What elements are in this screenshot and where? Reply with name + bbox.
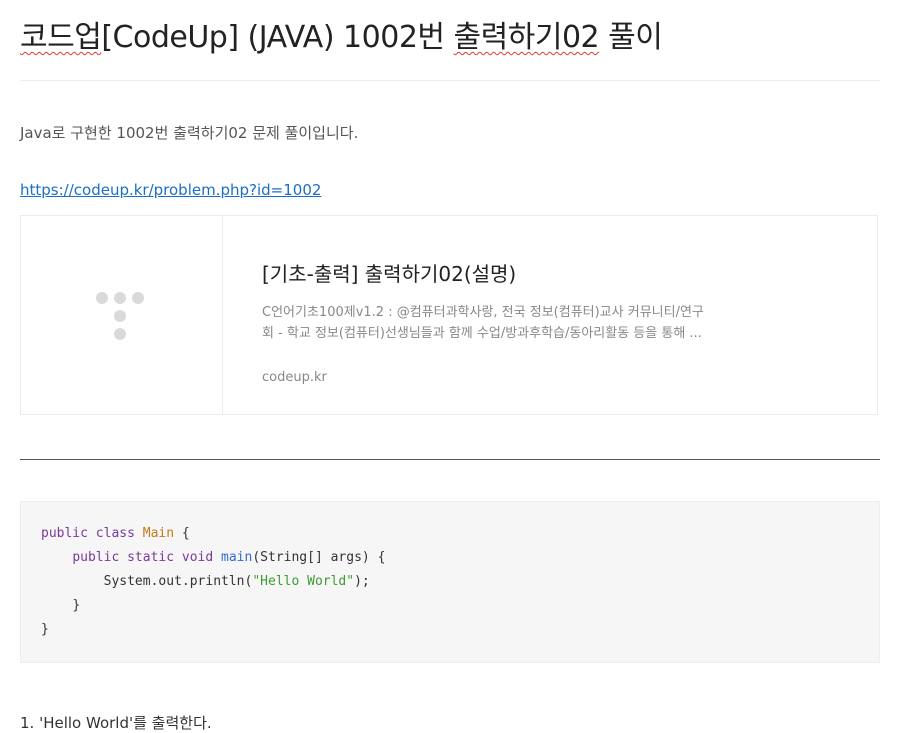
title-divider [20, 80, 880, 81]
code-brace: } [41, 622, 49, 637]
post-title-main: [CodeUp] (JAVA) 1002번 [101, 20, 454, 55]
code-brace: } [72, 598, 81, 613]
code-params: (String[] args) { [252, 550, 386, 565]
link-card-description-line: 회 - 학교 정보(컴퓨터)선생님들과 함께 수업/방과후학습/동아리활동 등을… [262, 326, 702, 341]
post-title-underlined: 출력하기02 [453, 20, 600, 55]
section-divider [20, 459, 880, 460]
code-string: "Hello World" [252, 574, 355, 589]
post-title-prefix: 코드업 [20, 20, 102, 55]
link-card-description-line: C언어기초100제v1.2 : @컴퓨터과학사랑, 전국 정보(컴퓨터)교사 커… [262, 305, 704, 320]
code-brace: { [174, 526, 190, 541]
link-card-host: codeup.kr [262, 370, 327, 385]
code-keyword: public static void [72, 550, 214, 565]
problem-link[interactable]: https://codeup.kr/problem.php?id=1002 [20, 181, 321, 199]
post-title: 코드업[CodeUp] (JAVA) 1002번 출력하기02 풀이 [20, 12, 663, 56]
code-method-name: main [221, 550, 253, 565]
link-card-thumbnail [21, 216, 223, 414]
link-preview-card[interactable]: [기초-출력] 출력하기02(설명) C언어기초100제v1.2 : @컴퓨터과… [20, 215, 878, 415]
code-print-end: ); [354, 574, 370, 589]
code-keyword: public class [41, 526, 135, 541]
code-print-call: System.out.println( [103, 574, 253, 589]
code-class-name: Main [142, 526, 175, 541]
list-item: 1. 'Hello World'를 출력한다. [20, 714, 212, 732]
code-block: public class Main { public static void m… [20, 501, 880, 663]
intro-text: Java로 구현한 1002번 출력하기02 문제 풀이입니다. [20, 124, 359, 142]
post-title-suffix: 풀이 [599, 20, 663, 55]
link-card-description: C언어기초100제v1.2 : @컴퓨터과학사랑, 전국 정보(컴퓨터)교사 커… [262, 302, 732, 344]
code-content: public class Main { public static void m… [41, 522, 385, 642]
link-card-title[interactable]: [기초-출력] 출력하기02(설명) [262, 258, 516, 287]
